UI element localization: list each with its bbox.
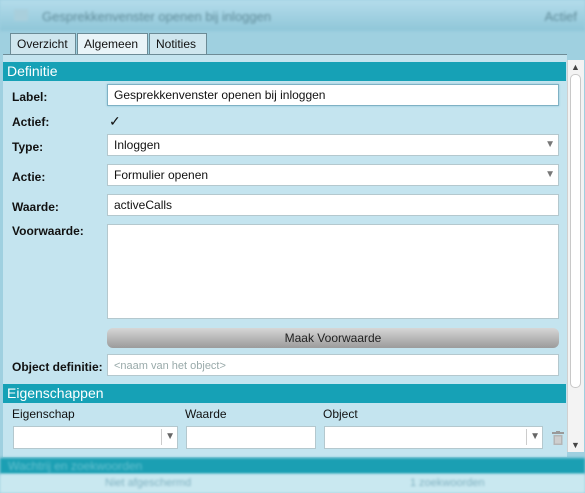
tab-notities[interactable]: Notities [149, 33, 207, 54]
eigenschap-object-select[interactable]: ▼ [324, 426, 543, 449]
main-panel: Definitie Label: Gesprekkenvenster opene… [3, 54, 567, 457]
type-select-value: Inloggen [114, 138, 161, 152]
vertical-scrollbar[interactable]: ▲ ▼ [567, 60, 584, 452]
wachtrij-section-header: Wachtrij en zoekwoorden [0, 458, 585, 474]
actie-select[interactable]: Formulier openen ▼ [107, 164, 559, 186]
voorwaarde-textarea[interactable] [107, 224, 559, 319]
wachtrij-header-label: Wachtrij en zoekwoorden [8, 459, 143, 473]
waarde-label: Waarde: [12, 200, 59, 214]
type-label: Type: [12, 140, 44, 154]
afscherming-value: Niet afgeschermd [105, 477, 192, 489]
object-definitie-placeholder: <naam van het object> [114, 360, 226, 372]
chevron-down-icon: ▼ [161, 429, 175, 445]
tab-algemeen[interactable]: Algemeen [77, 33, 148, 54]
definitie-header: Definitie [3, 62, 566, 81]
tab-overzicht[interactable]: Overzicht [10, 33, 76, 54]
object-definitie-input[interactable]: <naam van het object> [107, 354, 559, 376]
eigenschappen-header: Eigenschappen [3, 384, 566, 403]
window-icon [14, 9, 28, 21]
chevron-down-icon: ▼ [545, 169, 555, 180]
eigenschap-select[interactable]: ▼ [13, 426, 178, 449]
eigenschap-column-header: Eigenschap [12, 407, 75, 421]
label-input[interactable]: Gesprekkenvenster openen bij inloggen [107, 84, 559, 106]
window-title: Gesprekkenvenster openen bij inloggen [42, 9, 272, 24]
actie-select-value: Formulier openen [114, 168, 209, 182]
object-definitie-label: Object definitie: [12, 360, 103, 374]
window-titlebar: Gesprekkenvenster openen bij inloggen Ac… [0, 0, 585, 31]
voorwaarde-label: Voorwaarde: [12, 224, 84, 238]
scrollbar-thumb[interactable] [570, 74, 581, 388]
actie-label: Actie: [12, 170, 46, 184]
scroll-up-icon[interactable]: ▲ [571, 62, 580, 72]
scroll-down-icon[interactable]: ▼ [571, 440, 580, 450]
actief-checkbox[interactable]: ✓ [109, 113, 121, 130]
waarde-input[interactable]: activeCalls [107, 194, 559, 216]
window-status-label: Actief [544, 9, 577, 24]
chevron-down-icon: ▼ [545, 139, 555, 150]
actief-label: Actief: [12, 115, 50, 129]
type-select[interactable]: Inloggen ▼ [107, 134, 559, 156]
label-label: Label: [12, 90, 48, 104]
eigenschap-waarde-input[interactable] [186, 426, 316, 449]
trash-icon[interactable] [552, 431, 564, 445]
chevron-down-icon: ▼ [526, 429, 540, 445]
wachtrij-section-row: Niet afgeschermd 1 zoekwoorden [0, 474, 585, 493]
waarde-column-header: Waarde [185, 407, 227, 421]
object-column-header: Object [323, 407, 358, 421]
maak-voorwaarde-button[interactable]: Maak Voorwaarde [107, 328, 559, 348]
zoekwoorden-count: 1 zoekwoorden [410, 477, 485, 489]
